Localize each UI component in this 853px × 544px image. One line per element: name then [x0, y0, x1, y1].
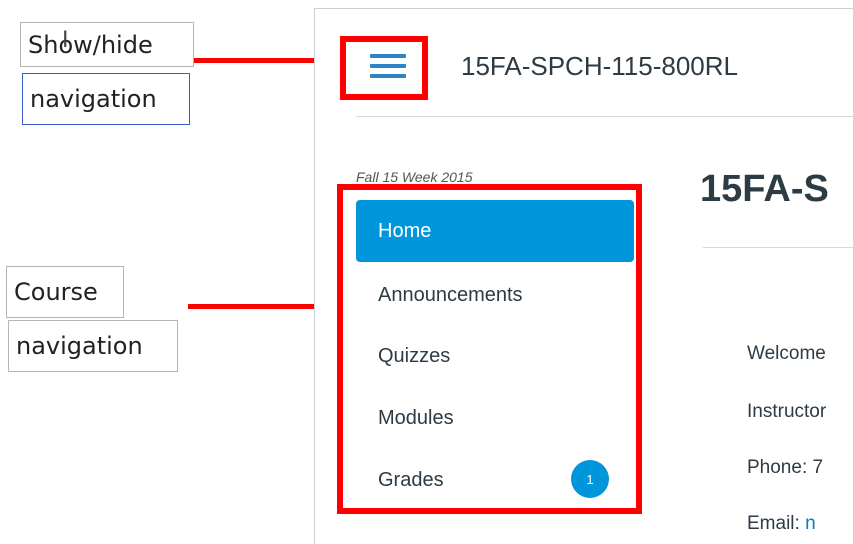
email-line: Email: n	[747, 513, 816, 535]
header-divider	[356, 116, 853, 117]
term-label: Fall 15 Week 2015	[356, 169, 473, 185]
text-cursor-icon: I	[62, 28, 69, 53]
nav-item-label: Announcements	[378, 283, 523, 306]
page-title: 15FA-S	[700, 168, 829, 210]
hamburger-icon[interactable]	[370, 54, 406, 78]
course-navigation-annotation: navigation	[8, 320, 178, 372]
phone-value: 7	[812, 457, 824, 478]
title-divider	[703, 247, 853, 248]
instructor-text: Instructor	[747, 401, 827, 422]
course-nav-arrow-line	[188, 304, 318, 309]
welcome-text: Welcome	[747, 343, 826, 364]
show-hide-arrow-line	[194, 58, 320, 63]
nav-item-label: Modules	[378, 406, 454, 429]
nav-item-label: Quizzes	[378, 344, 451, 367]
nav-item-announcements[interactable]: Announcements	[356, 264, 634, 326]
nav-item-quizzes[interactable]: Quizzes	[356, 325, 634, 387]
phone-label: Phone:	[747, 457, 808, 478]
nav-item-home[interactable]: Home	[356, 200, 634, 262]
email-label: Email:	[747, 513, 800, 534]
grades-badge: 1	[571, 460, 609, 498]
nav-item-label: Home	[378, 219, 432, 242]
show-hide-navigation-annotation: navigation	[22, 73, 190, 125]
show-hide-annotation: Show/hide	[20, 22, 194, 67]
email-link[interactable]: n	[805, 513, 816, 534]
course-title[interactable]: 15FA-SPCH-115-800RL	[461, 51, 738, 82]
phone-line: Phone: 7	[747, 457, 823, 479]
course-annotation: Course	[6, 266, 124, 318]
nav-item-modules[interactable]: Modules	[356, 387, 634, 449]
nav-item-label: Grades	[378, 468, 444, 491]
